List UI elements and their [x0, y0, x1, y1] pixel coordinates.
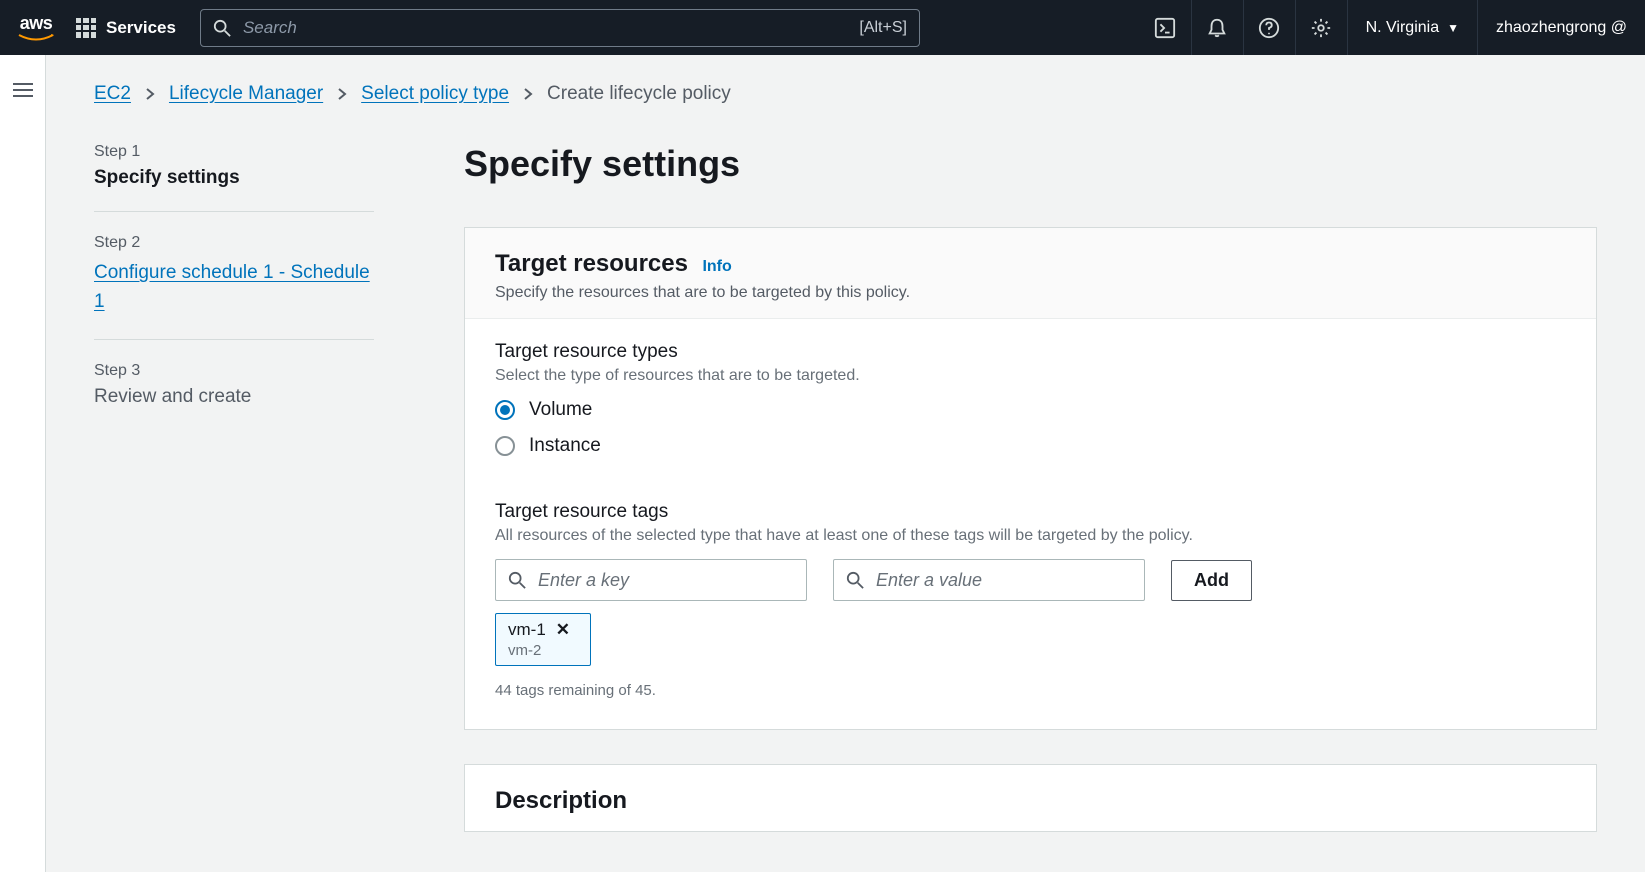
region-label: N. Virginia: [1366, 19, 1440, 37]
radio-label: Instance: [529, 435, 601, 457]
panel-target-resources: Target resources Info Specify the resour…: [464, 227, 1597, 730]
region-selector[interactable]: N. Virginia ▼: [1347, 0, 1477, 55]
radio-label: Volume: [529, 399, 592, 421]
tag-chip-key: vm-1: [508, 620, 546, 640]
search-icon: [213, 19, 231, 37]
tag-key-placeholder: Enter a key: [538, 570, 629, 591]
tag-key-input[interactable]: Enter a key: [495, 559, 807, 601]
breadcrumb: EC2 Lifecycle Manager Select policy type…: [94, 83, 1645, 105]
aws-logo-text: aws: [20, 13, 53, 34]
breadcrumb-current: Create lifecycle policy: [547, 83, 731, 105]
search-hotkey: [Alt+S]: [859, 19, 907, 37]
step-label: Step 3: [94, 362, 374, 380]
step-title-link[interactable]: Configure schedule 1 - Schedule 1: [94, 258, 374, 317]
wizard-steps: Step 1 Specify settings Step 2 Configure…: [94, 143, 374, 866]
info-link[interactable]: Info: [702, 258, 731, 275]
field-label-resource-types: Target resource types: [495, 341, 1566, 363]
page-title: Specify settings: [464, 143, 1597, 185]
panel-description: Description: [464, 764, 1597, 832]
breadcrumb-link-lifecycle-manager[interactable]: Lifecycle Manager: [169, 83, 323, 105]
tag-value-placeholder: Enter a value: [876, 570, 982, 591]
aws-smile-icon: [18, 34, 54, 42]
services-menu[interactable]: Services: [106, 18, 176, 38]
add-tag-button[interactable]: Add: [1171, 560, 1252, 601]
global-search[interactable]: Search [Alt+S]: [200, 9, 920, 47]
step-title: Specify settings: [94, 167, 374, 189]
panel-heading: Description: [495, 787, 627, 815]
services-grid-icon[interactable]: [76, 18, 96, 38]
step-3: Step 3 Review and create: [94, 362, 374, 430]
panel-subheading: Specify the resources that are to be tar…: [495, 284, 1566, 302]
radio-icon-selected: [495, 400, 515, 420]
search-icon: [508, 571, 526, 589]
field-label-resource-tags: Target resource tags: [495, 501, 1566, 523]
aws-logo[interactable]: aws: [18, 13, 54, 42]
tags-remaining-text: 44 tags remaining of 45.: [495, 682, 1566, 699]
tag-chip[interactable]: vm-1 ✕ vm-2: [495, 613, 591, 666]
settings-button[interactable]: [1295, 0, 1347, 55]
cloudshell-button[interactable]: [1139, 0, 1191, 55]
account-label: zhaozhengrong @: [1496, 19, 1627, 37]
account-menu[interactable]: zhaozhengrong @: [1477, 0, 1645, 55]
radio-option-volume[interactable]: Volume: [495, 399, 1566, 421]
nav-right-cluster: N. Virginia ▼ zhaozhengrong @: [1139, 0, 1645, 55]
step-label: Step 1: [94, 143, 374, 161]
help-icon: [1258, 17, 1280, 39]
help-button[interactable]: [1243, 0, 1295, 55]
bell-icon: [1206, 17, 1228, 39]
tag-value-input[interactable]: Enter a value: [833, 559, 1145, 601]
breadcrumb-link-ec2[interactable]: EC2: [94, 83, 131, 105]
search-icon: [846, 571, 864, 589]
field-help-resource-tags: All resources of the selected type that …: [495, 527, 1566, 545]
step-label: Step 2: [94, 234, 374, 252]
top-nav: aws Services Search [Alt+S] N. Virginia …: [0, 0, 1645, 55]
step-2: Step 2 Configure schedule 1 - Schedule 1: [94, 234, 374, 340]
chevron-right-icon: [523, 87, 533, 101]
search-placeholder: Search: [243, 18, 297, 38]
tag-chip-value: vm-2: [508, 642, 578, 659]
notifications-button[interactable]: [1191, 0, 1243, 55]
step-1: Step 1 Specify settings: [94, 143, 374, 212]
sidebar-toggle[interactable]: [13, 79, 33, 101]
panel-heading: Target resources: [495, 250, 688, 278]
field-help-resource-types: Select the type of resources that are to…: [495, 367, 1566, 385]
radio-icon: [495, 436, 515, 456]
radio-option-instance[interactable]: Instance: [495, 435, 1566, 457]
caret-down-icon: ▼: [1447, 21, 1459, 35]
collapsed-sidebar: [0, 55, 46, 872]
step-title: Review and create: [94, 386, 374, 408]
chevron-right-icon: [145, 87, 155, 101]
breadcrumb-link-select-policy-type[interactable]: Select policy type: [361, 83, 509, 105]
gear-icon: [1310, 17, 1332, 39]
remove-tag-icon[interactable]: ✕: [556, 620, 570, 640]
cloudshell-icon: [1154, 17, 1176, 39]
chevron-right-icon: [337, 87, 347, 101]
